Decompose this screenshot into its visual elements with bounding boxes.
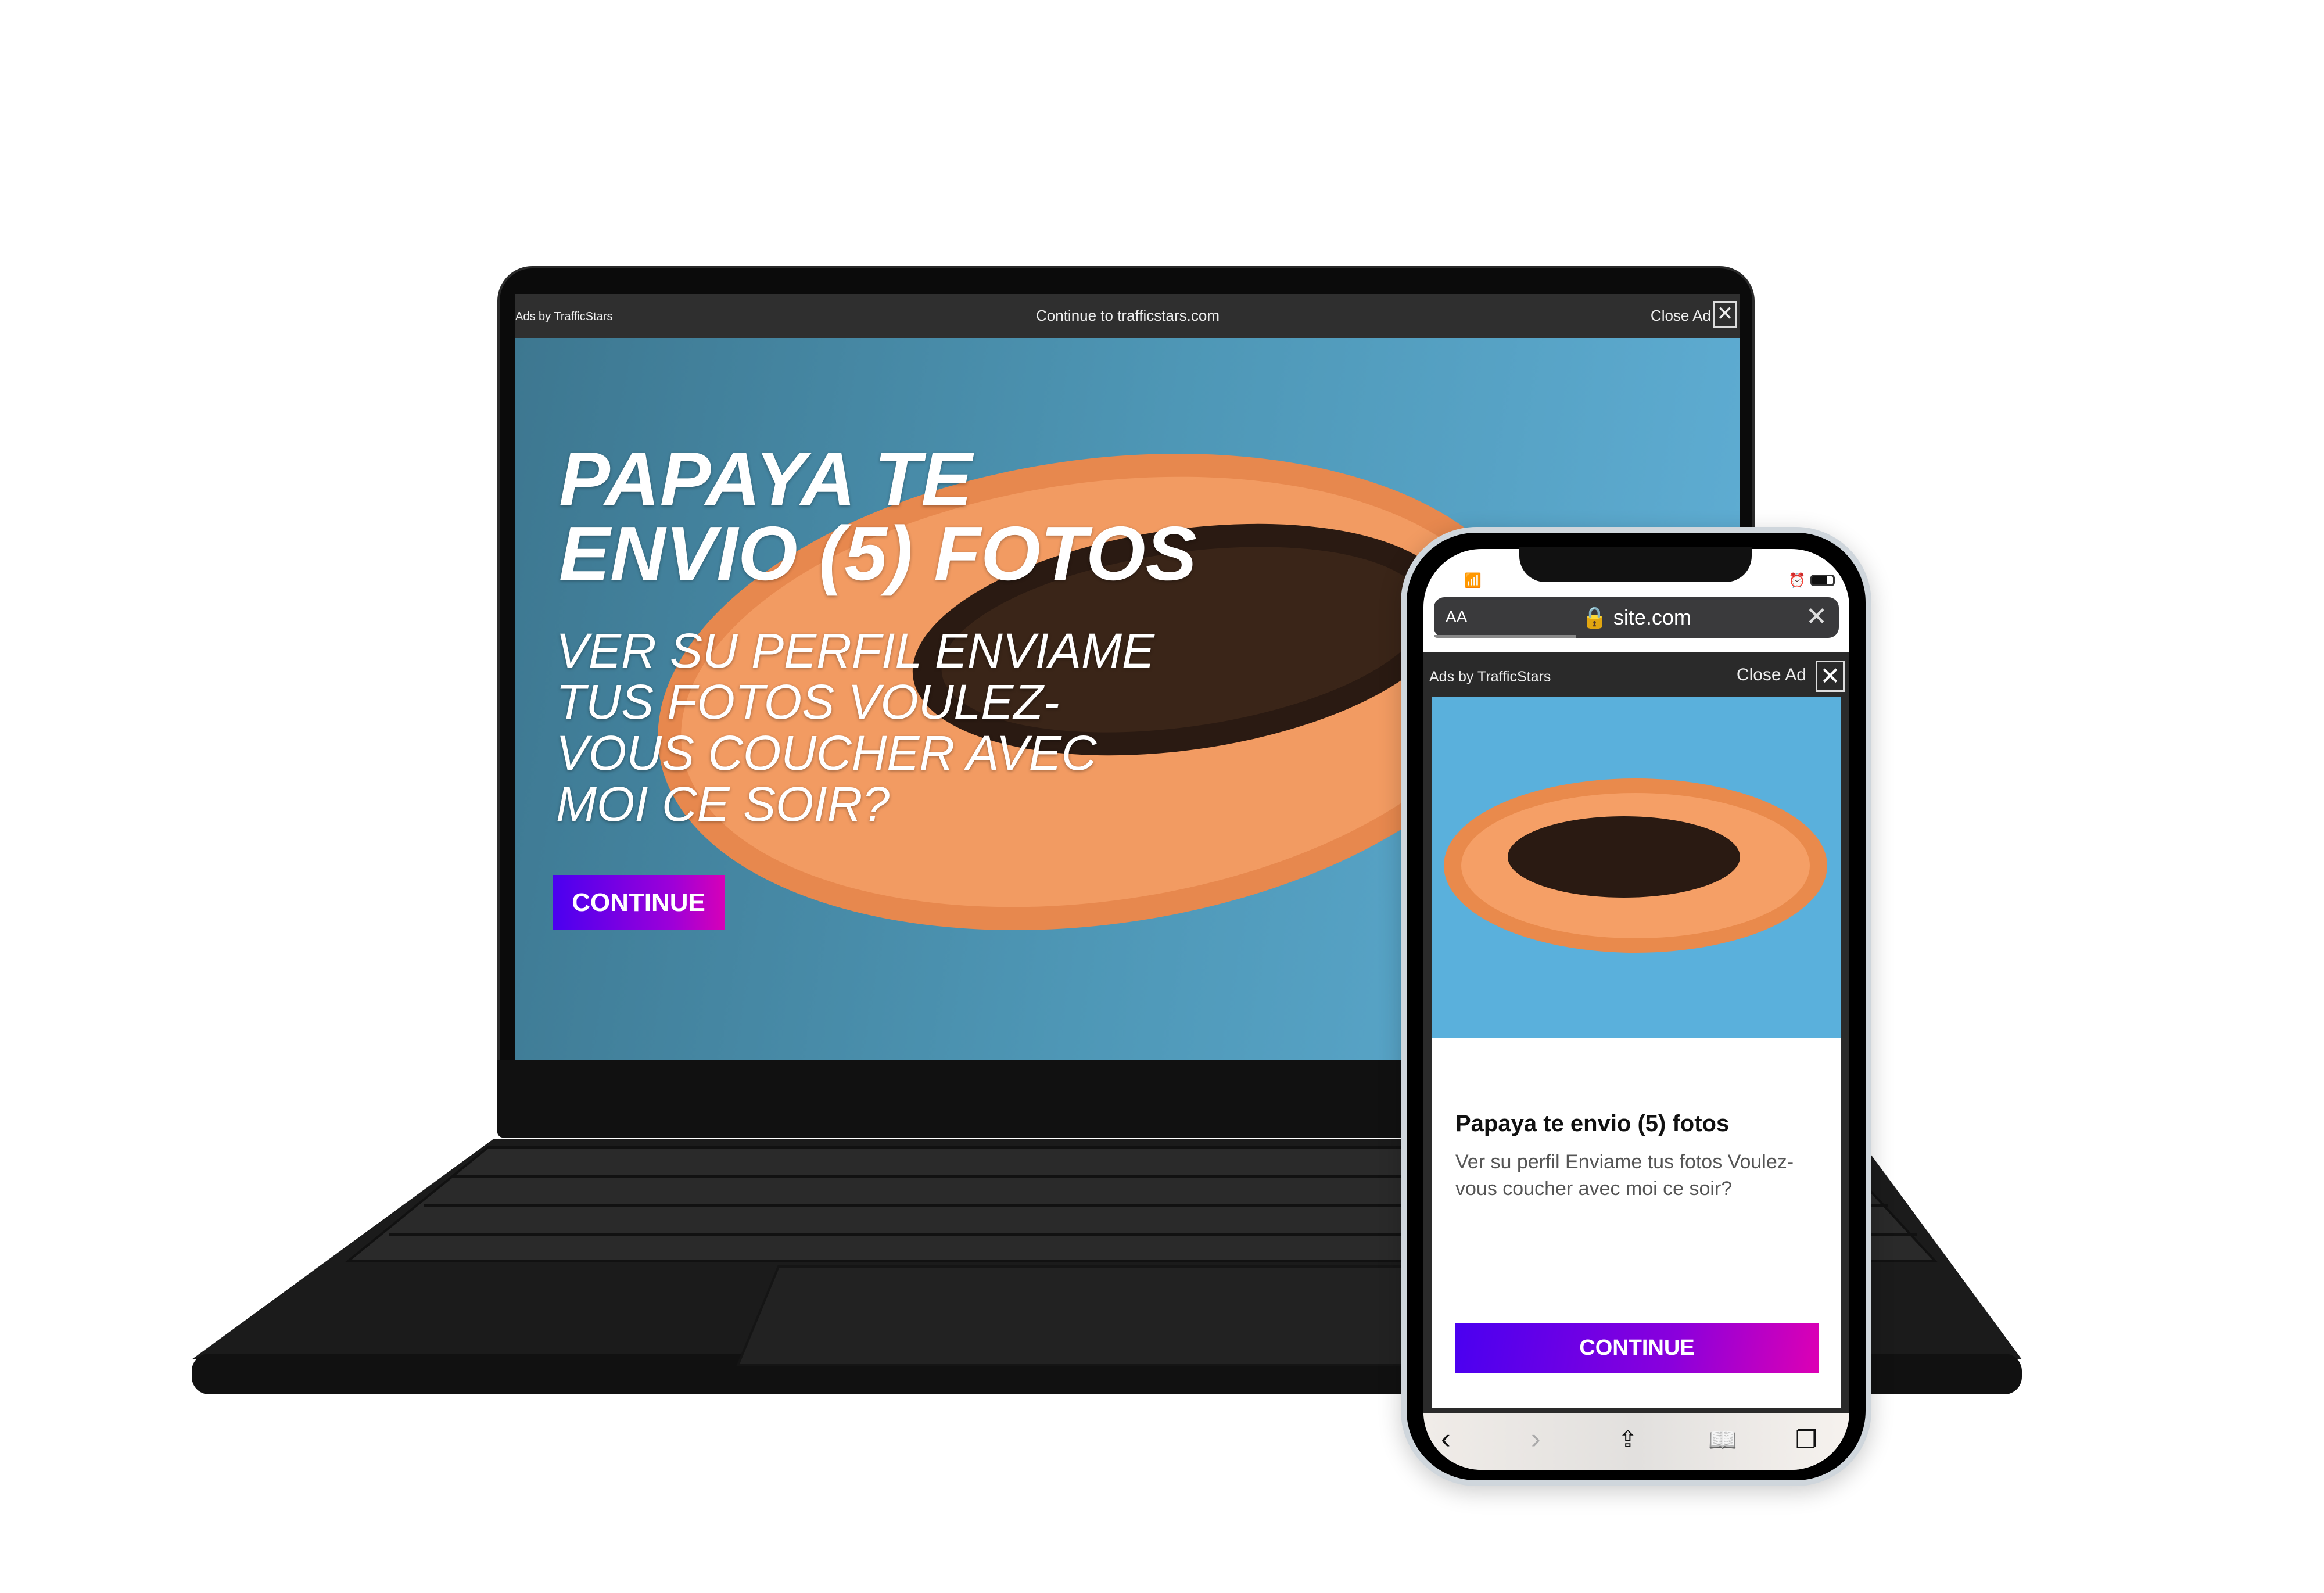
ad-title: Papaya te envio (5) fotos (1455, 1111, 1730, 1136)
forward-icon[interactable]: › (1531, 1422, 1541, 1455)
safari-toolbar: ‹ › ⇪ 📖 ❐ (1423, 1413, 1849, 1470)
laptop-ad-bar: Ads by TrafficStars Continue to traffics… (515, 294, 1740, 338)
wifi-icon: 📶 (1464, 573, 1482, 589)
url-text: 🔒 site.com (1581, 605, 1691, 629)
share-icon[interactable]: ⇪ (1618, 1426, 1638, 1453)
close-ad-button[interactable]: Close Ad (1737, 665, 1806, 685)
continue-button[interactable]: CONTINUE (1455, 1323, 1819, 1373)
stop-loading-icon[interactable]: ✕ (1806, 602, 1827, 632)
phone-notch (1519, 547, 1752, 582)
ad-body: Ver su perfil Enviame tus fotos Voulez-v… (1455, 1151, 1794, 1200)
ad-content: Papaya te envio (5) fotos Ver su perfil … (1432, 1038, 1841, 1408)
alarm-icon: ⏰ (1788, 573, 1806, 589)
ad-subtitle: VER SU PERFIL ENVIAME TUS FOTOS VOULEZ-V… (556, 623, 1155, 831)
close-icon[interactable]: ✕ (1713, 301, 1737, 328)
close-icon[interactable]: ✕ (1816, 661, 1845, 692)
phone-screen: 📶 ⏰ AA 🔒 site.com ✕ Ads by TrafficStars … (1423, 549, 1849, 1470)
bookmarks-icon[interactable]: 📖 (1708, 1426, 1737, 1454)
continue-link[interactable]: Continue to trafficstars.com (515, 307, 1740, 325)
url-bar[interactable]: AA 🔒 site.com ✕ (1434, 597, 1839, 638)
back-icon[interactable]: ‹ (1441, 1422, 1451, 1455)
continue-button[interactable]: CONTINUE (553, 875, 725, 930)
ads-by-label: Ads by TrafficStars (1429, 669, 1551, 685)
battery-icon (1810, 575, 1835, 586)
phone-ad: Ads by TrafficStars Close Ad ✕ Papaya te… (1423, 652, 1849, 1413)
close-ad-button[interactable]: Close Ad (1651, 307, 1711, 325)
papaya-image[interactable] (1432, 697, 1841, 1038)
tabs-icon[interactable]: ❐ (1795, 1425, 1817, 1454)
loading-progress (1434, 635, 1576, 638)
ad-headline: PAPAYA TE ENVIO (5) FOTOS (559, 436, 1197, 596)
